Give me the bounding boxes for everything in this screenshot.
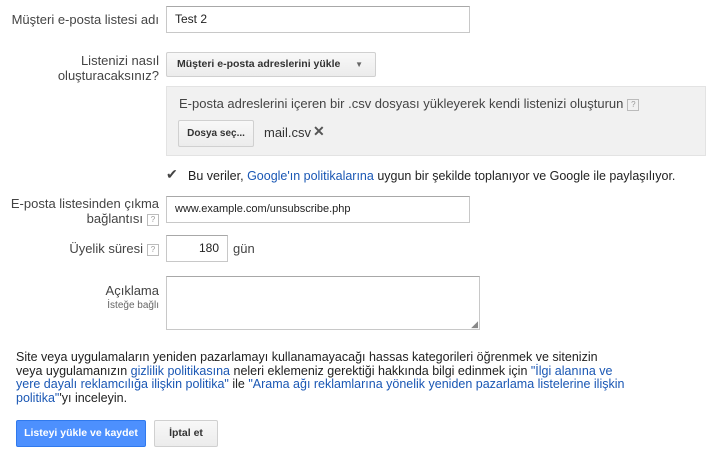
how-create-select[interactable]: Müşteri e-posta adreslerini yükle ▼ <box>166 52 376 77</box>
duration-label-text: Üyelik süresi <box>69 241 143 256</box>
description-label: Açıklama İsteğe bağlı <box>106 283 159 313</box>
unsubscribe-input[interactable]: www.example.com/unsubscribe.php <box>166 196 470 223</box>
how-create-label-line1: Listenizi nasıl <box>80 53 159 68</box>
upload-save-button[interactable]: Listeyi yükle ve kaydet <box>16 420 146 447</box>
dropdown-arrow-icon: ▼ <box>355 60 363 69</box>
notice-text-4: 'yı inceleyin. <box>59 390 128 405</box>
upload-panel: E-posta adreslerini içeren bir .csv dosy… <box>166 86 706 156</box>
choose-file-button[interactable]: Dosya seç... <box>178 120 254 147</box>
list-name-input[interactable]: Test 2 <box>166 6 470 33</box>
upload-hint: E-posta adreslerini içeren bir .csv dosy… <box>179 96 640 111</box>
how-create-select-value: Müşteri e-posta adreslerini yükle <box>177 58 341 70</box>
consent-text-part2: uygun bir şekilde toplanıyor ve Google i… <box>373 169 676 183</box>
consent-checkbox-icon[interactable]: ✔ <box>166 167 178 181</box>
help-icon[interactable]: ? <box>147 243 159 256</box>
notice-text-2: neleri eklemeniz gerektiği hakkında bilg… <box>230 363 531 378</box>
description-optional: İsteğe bağlı <box>107 300 159 311</box>
consent-text-part1: Bu veriler, <box>188 169 248 183</box>
google-policy-link[interactable]: Google'ın politikalarına <box>247 169 374 183</box>
policy-notice: Site veya uygulamaların yeniden pazarlam… <box>16 350 626 405</box>
help-icon[interactable]: ? <box>627 98 640 111</box>
notice-text-3: ile <box>228 377 249 391</box>
cancel-button[interactable]: İptal et <box>154 420 218 447</box>
description-textarea[interactable]: ◢ <box>166 276 480 330</box>
file-name: mail.csv <box>264 125 311 140</box>
duration-label: Üyelik süresi? <box>69 241 159 256</box>
resize-handle-icon[interactable]: ◢ <box>471 320 478 329</box>
privacy-policy-link[interactable]: gizlilik politikasına <box>131 364 230 378</box>
unsubscribe-label-line2: bağlantısı <box>86 211 143 226</box>
remove-file-icon[interactable]: ✕ <box>313 123 325 140</box>
upload-hint-text: E-posta adreslerini içeren bir .csv dosy… <box>179 96 624 111</box>
how-create-label: Listenizi nasıl oluşturacaksınız? <box>58 53 159 83</box>
consent-text: Bu veriler, Google'ın politikalarına uyg… <box>188 169 675 183</box>
duration-input[interactable]: 180 <box>166 235 228 262</box>
help-icon[interactable]: ? <box>147 213 159 226</box>
unsubscribe-label-line1: E-posta listesinden çıkma <box>10 196 159 211</box>
unsubscribe-label: E-posta listesinden çıkma bağlantısı? <box>11 196 159 226</box>
how-create-label-line2: oluşturacaksınız? <box>57 68 159 83</box>
duration-unit: gün <box>233 241 255 256</box>
list-name-label: Müşteri e-posta listesi adı <box>11 12 159 27</box>
description-label-text: Açıklama <box>105 283 159 298</box>
